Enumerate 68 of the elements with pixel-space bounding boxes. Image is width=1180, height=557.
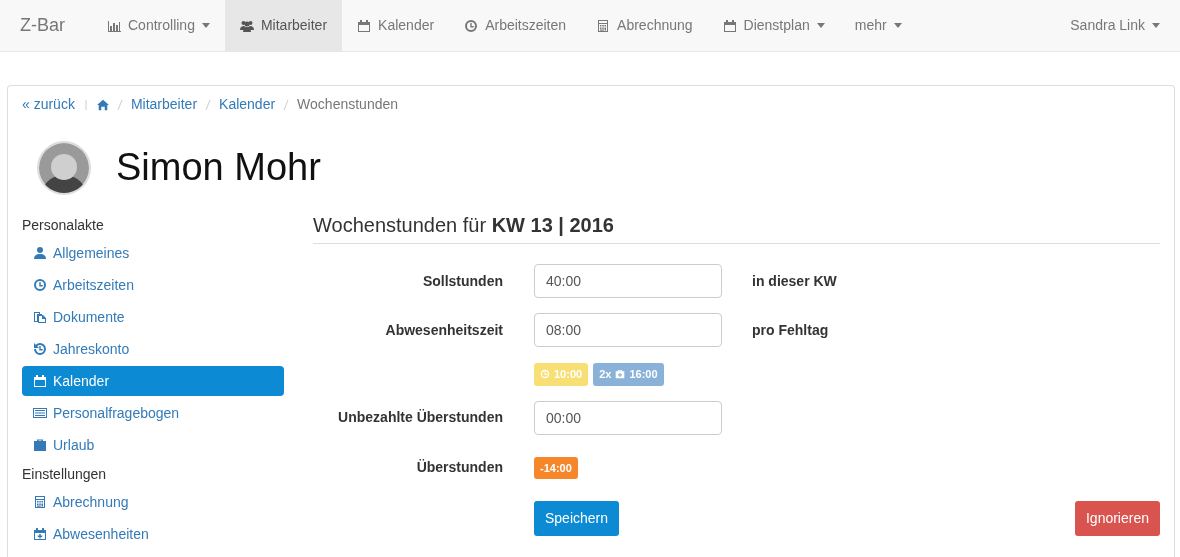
sidebar-item[interactable]: Abwesenheiten [22, 519, 284, 549]
time-badge: 10:00 [534, 363, 589, 386]
medkit-icon [615, 369, 626, 380]
avatar [37, 141, 91, 195]
ignore-button[interactable]: Ignorieren [1074, 501, 1160, 536]
clock-icon [540, 369, 550, 380]
calculator-icon [33, 495, 47, 509]
breadcrumb-link[interactable]: Kalender [219, 94, 276, 115]
caret-icon [201, 23, 210, 28]
field-label: Überstunden [415, 458, 503, 478]
field-label: Abwesenheitszeit [384, 320, 503, 340]
brand-link[interactable]: Z-Bar [5, 0, 80, 51]
user-menu[interactable]: Sandra Link [1055, 0, 1175, 51]
input-field[interactable]: 08:00 [534, 313, 722, 347]
section-title: Wochenstunden für KW 13 | 2016 [313, 213, 1160, 244]
sidebar-item[interactable]: Abrechnung [22, 487, 284, 517]
sick-time-badge: 2x 16:00 [593, 363, 664, 386]
chart-icon [107, 18, 121, 33]
calendar-icon [357, 18, 372, 33]
back-link[interactable]: « zurück [22, 94, 75, 115]
unit-label: in dieser KW [752, 271, 837, 291]
breadcrumb-current: Wochenstunden [297, 95, 399, 114]
divider [82, 98, 89, 111]
field-label: Sollstunden [421, 271, 503, 291]
sidebar-item[interactable]: Dokumente [22, 302, 284, 332]
nav-item[interactable]: Controlling [92, 0, 225, 51]
sidebar-item[interactable]: Arbeitszeiten [22, 270, 284, 300]
person-name: Simon Mohr [116, 145, 321, 191]
users-icon [239, 18, 254, 33]
calendar-plus-icon [33, 527, 47, 541]
overtime-badge: -14:00 [534, 456, 578, 479]
sidebar-item[interactable]: Kalender [22, 366, 284, 396]
home-icon [96, 97, 109, 112]
breadcrumb-separator [283, 98, 290, 111]
section-heading: Personalakte [22, 216, 105, 235]
sidebar-item[interactable]: Jahreskonto [22, 334, 284, 364]
section-heading: Einstellungen [22, 465, 108, 484]
clock-icon [33, 278, 47, 292]
briefcase-icon [33, 438, 47, 452]
nav-item[interactable]: Mitarbeiter [224, 0, 343, 51]
nav-item[interactable]: Abrechnung [581, 0, 708, 51]
input-field[interactable]: 40:00 [534, 264, 722, 298]
nav-item[interactable]: Dienstplan [707, 0, 840, 51]
home-link[interactable] [96, 97, 109, 112]
calculator-icon [596, 18, 611, 33]
breadcrumb-separator [205, 98, 212, 111]
unit-label: pro Fehltag [752, 320, 829, 340]
breadcrumb-link[interactable]: Mitarbeiter [130, 94, 198, 115]
documents-icon [33, 310, 47, 324]
user-icon [33, 246, 47, 260]
calendar-check-icon [722, 18, 737, 33]
caret-icon [816, 23, 825, 28]
calendar-icon [33, 374, 47, 388]
caret-icon [893, 23, 902, 28]
breadcrumb-separator [116, 98, 123, 111]
field-label: Unbezahlte Überstunden [337, 408, 503, 427]
sidebar-item[interactable]: Personalfragebogen [22, 398, 284, 428]
save-button[interactable]: Speichern [534, 501, 620, 536]
history-icon [33, 342, 47, 356]
nav-item[interactable]: mehr [839, 0, 917, 51]
nav-item[interactable]: Kalender [342, 0, 450, 51]
nav-item[interactable]: Arbeitszeiten [449, 0, 582, 51]
caret-icon [1152, 23, 1160, 28]
clock-icon [464, 18, 479, 33]
input-field[interactable]: 00:00 [534, 400, 722, 435]
sidebar-item[interactable]: Allgemeines [22, 238, 284, 268]
list-icon [33, 406, 47, 420]
sidebar-item[interactable]: Urlaub [22, 430, 284, 460]
